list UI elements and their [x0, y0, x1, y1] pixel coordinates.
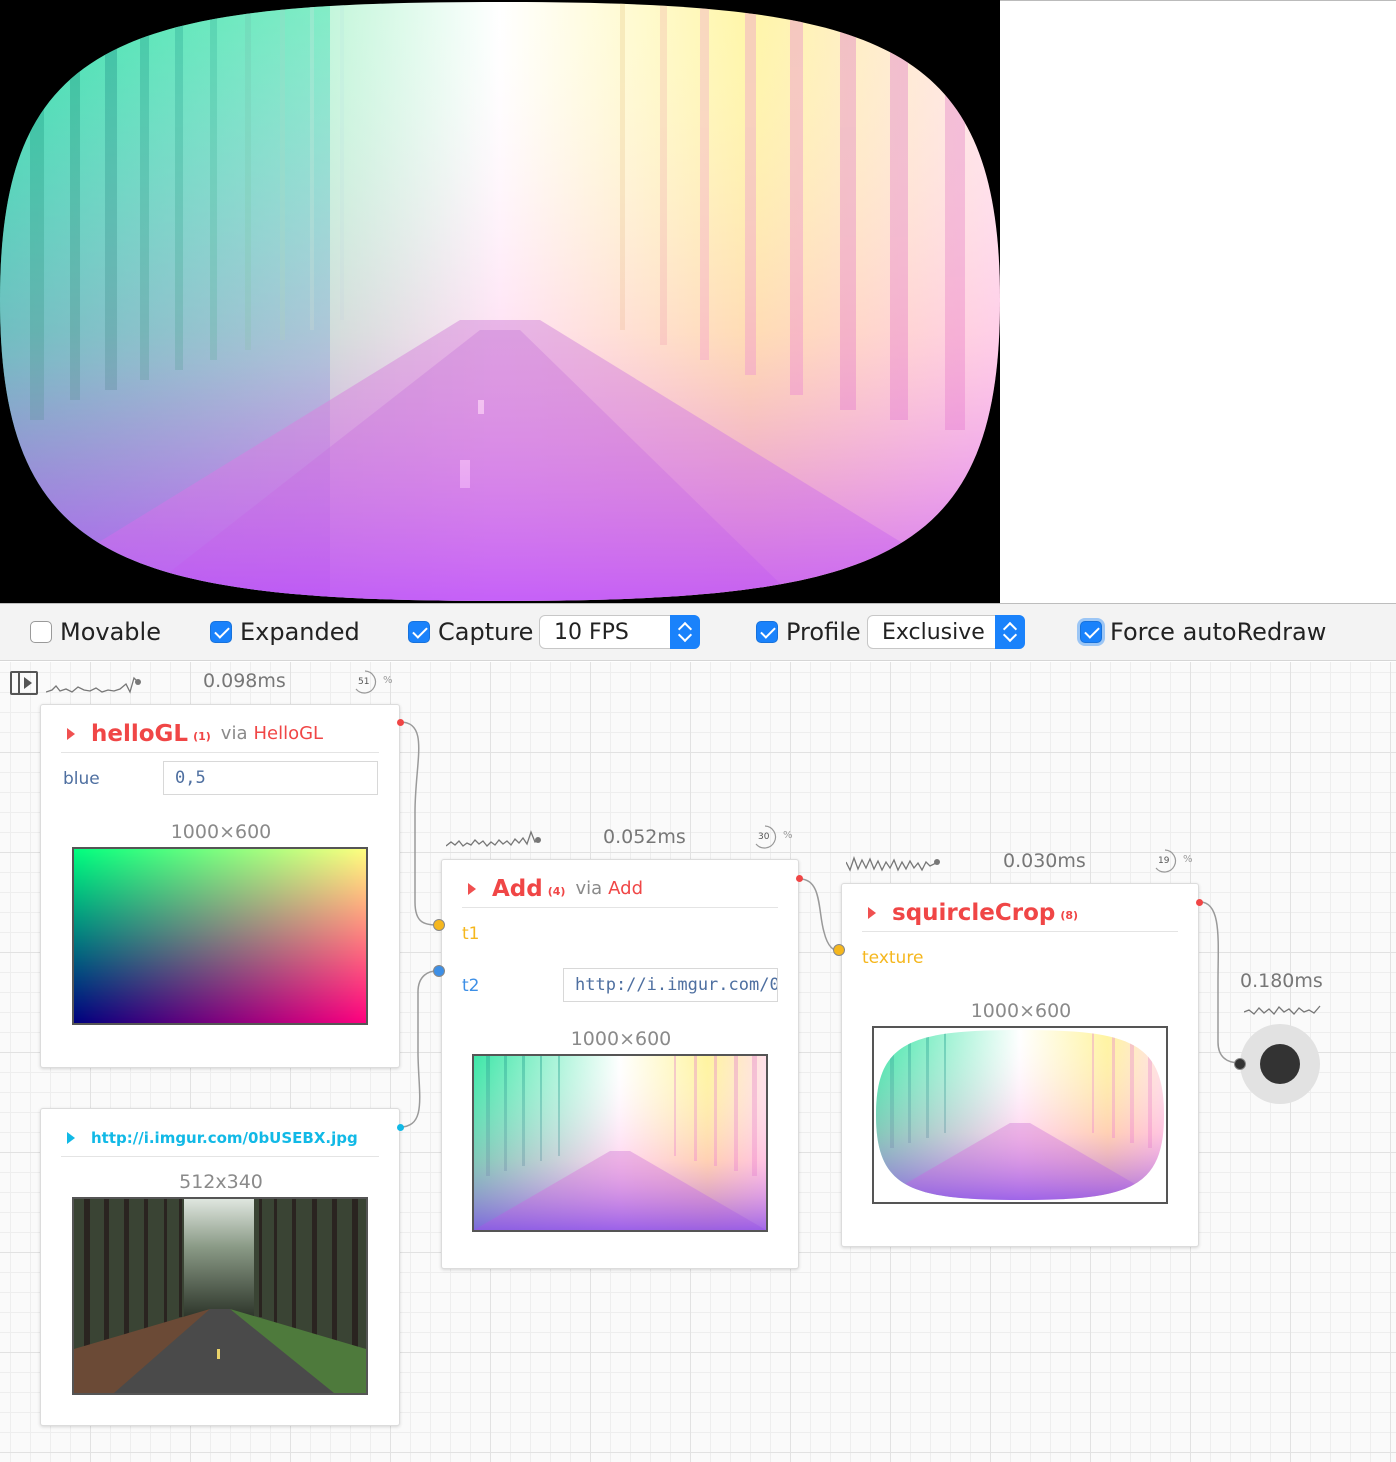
movable-checkbox[interactable] — [30, 621, 52, 643]
uniform-label-blue: blue — [63, 769, 100, 789]
disclosure-triangle-icon[interactable] — [868, 906, 876, 919]
add-output-port[interactable] — [796, 875, 803, 882]
output-dimensions: 1000×600 — [970, 1000, 1072, 1022]
squircle-preview-thumbnail — [872, 1026, 1168, 1204]
add-preview-thumbnail — [472, 1054, 768, 1232]
node-name: Add — [492, 875, 543, 902]
node-name: helloGL — [91, 720, 189, 747]
fps-select-value: 10 FPS — [554, 619, 629, 645]
preview-squircle-image — [0, 2, 1000, 601]
squircle-percent-sign: % — [1183, 854, 1193, 865]
image-thumbnail — [72, 1197, 368, 1395]
node-image[interactable]: http://i.imgur.com/0bUSEBX.jpg 512x340 — [40, 1108, 400, 1426]
node-header[interactable]: helloGL (1) via HelloGL — [61, 715, 379, 753]
add-input-t1-port[interactable] — [433, 919, 445, 931]
expanded-option[interactable]: Expanded — [210, 616, 360, 648]
node-id: (4) — [547, 885, 566, 898]
fps-select[interactable]: 10 FPS — [539, 615, 700, 649]
profile-checkbox[interactable] — [756, 621, 778, 643]
input-label-t1: t1 — [462, 924, 480, 944]
movable-label: Movable — [60, 618, 161, 646]
root-time: 0.098ms — [203, 670, 286, 692]
disclosure-triangle-icon[interactable] — [468, 882, 476, 895]
squircle-sparkline — [846, 856, 940, 872]
output-sparkline — [1244, 1005, 1321, 1016]
profile-mode-select[interactable]: Exclusive — [867, 615, 1025, 649]
gradient-image — [74, 849, 366, 1023]
root-sparkline — [46, 676, 141, 694]
select-arrows-icon[interactable] — [995, 615, 1025, 649]
add-sparkline — [446, 830, 541, 847]
node-name: squircleCrop — [892, 899, 1056, 926]
image-url: http://i.imgur.com/0bUSEBX.jpg — [91, 1128, 358, 1147]
via-label: via — [220, 723, 248, 744]
disclosure-triangle-icon[interactable] — [67, 1131, 75, 1144]
preview-divider — [1000, 0, 1396, 1]
force-redraw-option[interactable]: Force autoRedraw — [1080, 616, 1326, 648]
force-redraw-checkbox[interactable] — [1080, 621, 1102, 643]
expanded-checkbox[interactable] — [210, 621, 232, 643]
image-output-port[interactable] — [397, 1124, 404, 1131]
node-header[interactable]: squircleCrop (8) — [862, 894, 1178, 932]
sidebar-toggle-icon[interactable] — [10, 671, 38, 695]
render-preview — [0, 0, 1000, 603]
add-output-image — [474, 1056, 766, 1230]
node-id: (8) — [1060, 909, 1079, 922]
input-t2-url-field[interactable]: http://i.imgur.com/0bUSEBX.jpg — [563, 968, 778, 1002]
force-redraw-label: Force autoRedraw — [1110, 618, 1327, 646]
hellogl-preview-thumbnail — [72, 847, 368, 1025]
movable-option[interactable]: Movable — [30, 616, 161, 648]
squircle-output-port[interactable] — [1196, 899, 1203, 906]
shader-name: HelloGL — [253, 723, 324, 744]
add-percent: 30 — [758, 832, 770, 842]
add-input-t2-port[interactable] — [433, 965, 445, 977]
shader-name: Add — [608, 878, 643, 899]
select-arrows-icon[interactable] — [670, 615, 700, 649]
node-header[interactable]: http://i.imgur.com/0bUSEBX.jpg — [61, 1119, 379, 1157]
root-percent: 51 — [358, 677, 370, 687]
root-percent-sign: % — [383, 675, 393, 686]
expanded-label: Expanded — [240, 618, 360, 646]
image-dimensions: 512x340 — [179, 1171, 263, 1193]
capture-checkbox[interactable] — [408, 621, 430, 643]
output-dimensions: 1000×600 — [570, 1028, 672, 1050]
node-hellogl[interactable]: helloGL (1) via HelloGL blue 0,5 1000×60… — [40, 704, 400, 1068]
hellogl-output-port[interactable] — [397, 719, 404, 726]
capture-option[interactable]: Capture — [408, 616, 533, 648]
squircle-output-image — [876, 1030, 1164, 1200]
squircle-input-texture-port[interactable] — [833, 944, 845, 956]
add-time: 0.052ms — [603, 826, 686, 848]
output-input-port[interactable] — [1234, 1058, 1246, 1070]
output-circle-icon[interactable] — [1240, 1024, 1320, 1104]
node-header[interactable]: Add (4) via Add — [462, 870, 778, 908]
forest-road-image — [74, 1199, 366, 1393]
output-dimensions: 1000×600 — [170, 821, 272, 843]
toolbar: Movable Expanded Capture 10 FPS Profile … — [0, 603, 1396, 661]
profile-option[interactable]: Profile — [756, 616, 861, 648]
output-time: 0.180ms — [1240, 970, 1323, 992]
disclosure-triangle-icon[interactable] — [67, 727, 75, 740]
node-graph[interactable]: 0.098ms 51 % helloGL (1) via HelloGL blu… — [0, 662, 1396, 1462]
node-add[interactable]: Add (4) via Add t1 t2 http://i.imgur.com… — [441, 859, 799, 1269]
input-label-texture: texture — [862, 948, 924, 968]
squircle-percent: 19 — [1158, 856, 1170, 866]
via-label: via — [575, 878, 603, 899]
profile-label: Profile — [786, 618, 861, 646]
squircle-time: 0.030ms — [1003, 850, 1086, 872]
node-id: (1) — [193, 730, 211, 743]
input-label-t2: t2 — [462, 976, 480, 996]
capture-label: Capture — [438, 618, 534, 646]
node-squirclecrop[interactable]: squircleCrop (8) texture 1000×600 — [841, 883, 1199, 1247]
profile-mode-value: Exclusive — [882, 619, 985, 645]
add-percent-sign: % — [783, 830, 793, 841]
uniform-input-blue[interactable]: 0,5 — [163, 761, 378, 795]
